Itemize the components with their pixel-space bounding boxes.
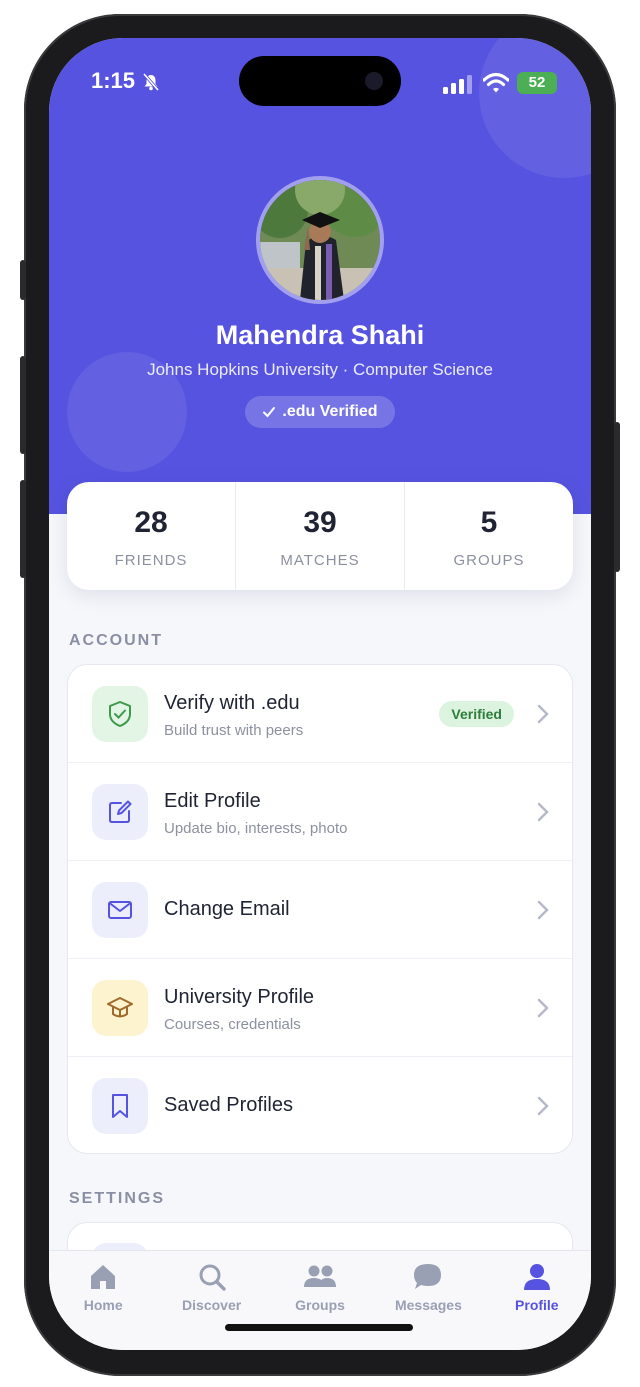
account-card: Verify with .edu Build trust with peers …: [67, 664, 573, 1154]
tab-home[interactable]: Home: [49, 1251, 157, 1350]
bookmark-icon: [92, 1078, 148, 1134]
profile-subtitle: Johns Hopkins University · Computer Scie…: [147, 360, 493, 379]
stat-label: GROUPS: [453, 552, 525, 569]
home-icon: [91, 1265, 116, 1289]
shield-check-icon: [92, 686, 148, 742]
stat-value: 5: [480, 506, 498, 539]
stat-label: FRIENDS: [114, 552, 188, 569]
stat-value: 28: [134, 506, 168, 539]
power-button: [614, 422, 620, 572]
menu-item-subtitle: Courses, credentials: [164, 1016, 301, 1033]
tab-label: Messages: [394, 1297, 462, 1313]
menu-item-verify-edu[interactable]: Verify with .edu Build trust with peers …: [68, 665, 572, 763]
signal-icon: [443, 75, 472, 94]
menu-item-edit-profile[interactable]: Edit Profile Update bio, interests, phot…: [68, 763, 572, 861]
profile-header: Mahendra Shahi Johns Hopkins University …: [49, 38, 591, 514]
verified-badge: Verified: [439, 701, 514, 727]
menu-item-subtitle: Update bio, interests, photo: [164, 820, 348, 837]
edit-icon: [92, 784, 148, 840]
chevron-right-icon: [537, 900, 549, 920]
volume-down-button: [20, 480, 26, 578]
menu-item-title: Saved Profiles: [164, 1094, 293, 1116]
profile-icon: [523, 1264, 550, 1290]
mute-switch: [20, 260, 26, 300]
profile-name: Mahendra Shahi: [215, 320, 425, 350]
search-icon: [199, 1264, 226, 1291]
wifi-icon: [483, 72, 509, 93]
mail-icon: [92, 882, 148, 938]
status-time: 1:15: [91, 68, 136, 93]
tab-discover[interactable]: Discover: [157, 1251, 265, 1350]
chevron-right-icon: [537, 704, 549, 724]
section-title-settings: SETTINGS: [69, 1190, 166, 1207]
verified-pill: .edu Verified: [245, 396, 395, 428]
home-indicator: [225, 1324, 413, 1331]
stats-card: 28 FRIENDS 39 MATCHES 5 GROUPS: [67, 482, 573, 590]
tab-profile[interactable]: Profile: [483, 1251, 591, 1350]
menu-item-title: Edit Profile: [164, 790, 261, 812]
avatar[interactable]: [256, 176, 384, 304]
tab-bar: Home Discover Groups Messages Profile: [49, 1250, 591, 1350]
verified-label: .edu Verified: [282, 403, 378, 420]
check-icon: [263, 407, 276, 418]
stat-matches[interactable]: 39 MATCHES: [235, 482, 404, 590]
menu-item-change-email[interactable]: Change Email: [68, 861, 572, 959]
bell-slash-icon: [142, 72, 160, 92]
battery-indicator: 52: [517, 72, 557, 94]
tab-label: Groups: [295, 1297, 345, 1313]
tab-label: Home: [83, 1297, 123, 1313]
volume-up-button: [20, 356, 26, 454]
menu-item-subtitle: Build trust with peers: [164, 722, 304, 739]
chevron-right-icon: [537, 802, 549, 822]
app-screen: Mahendra Shahi Johns Hopkins University …: [49, 38, 591, 1350]
tab-label: Profile: [515, 1297, 559, 1313]
header-decoration: [479, 38, 591, 178]
stat-groups[interactable]: 5 GROUPS: [404, 482, 573, 590]
groups-icon: [304, 1265, 337, 1287]
stat-value: 39: [303, 506, 337, 539]
menu-item-university-profile[interactable]: University Profile Courses, credentials: [68, 959, 572, 1057]
graduation-cap-icon: [92, 980, 148, 1036]
tab-label: Discover: [182, 1297, 242, 1313]
dynamic-island: [239, 56, 401, 106]
menu-item-title: Verify with .edu: [164, 692, 300, 714]
menu-item-title: Change Email: [164, 898, 290, 920]
messages-icon: [414, 1264, 442, 1289]
tab-groups[interactable]: Groups: [266, 1251, 374, 1350]
chevron-right-icon: [537, 998, 549, 1018]
section-title-account: ACCOUNT: [69, 632, 163, 649]
chevron-right-icon: [537, 1096, 549, 1116]
menu-item-saved-profiles[interactable]: Saved Profiles: [68, 1057, 572, 1153]
stat-friends[interactable]: 28 FRIENDS: [67, 482, 235, 590]
stat-label: MATCHES: [280, 552, 360, 569]
tab-messages[interactable]: Messages: [374, 1251, 482, 1350]
menu-item-title: University Profile: [164, 986, 315, 1008]
